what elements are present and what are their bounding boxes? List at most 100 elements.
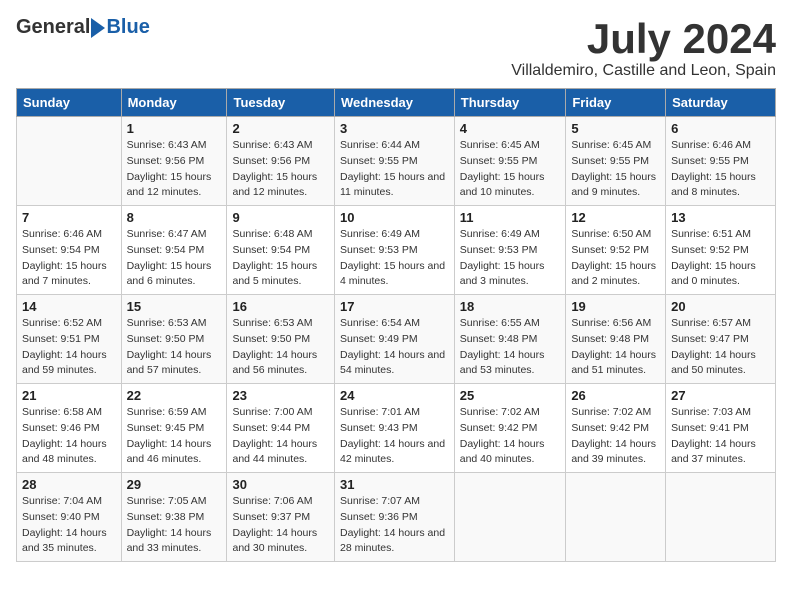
day-number: 2 <box>232 121 329 136</box>
day-cell: 16 Sunrise: 6:53 AMSunset: 9:50 PMDayligh… <box>227 295 335 384</box>
day-number: 30 <box>232 477 329 492</box>
day-number: 12 <box>571 210 660 225</box>
day-number: 31 <box>340 477 449 492</box>
header-wednesday: Wednesday <box>334 89 454 117</box>
day-cell: 3 Sunrise: 6:44 AMSunset: 9:55 PMDaylight… <box>334 117 454 206</box>
day-number: 25 <box>460 388 561 403</box>
page-header: General Blue July 2024 Villaldemiro, Cas… <box>16 16 776 80</box>
day-cell: 17Sunrise: 6:54 AMSunset: 9:49 PMDayligh… <box>334 295 454 384</box>
day-info: Sunrise: 6:53 AMSunset: 9:50 PMDaylight:… <box>127 316 222 379</box>
day-number: 16 <box>232 299 329 314</box>
logo-general-text: General <box>16 16 90 39</box>
day-cell: 21 Sunrise: 6:58 AMSunset: 9:46 PMDayligh… <box>17 384 122 473</box>
day-cell: 5 Sunrise: 6:45 AMSunset: 9:55 PMDaylight… <box>566 117 666 206</box>
day-cell: 19 Sunrise: 6:56 AMSunset: 9:48 PMDayligh… <box>566 295 666 384</box>
main-title: July 2024 <box>511 16 776 62</box>
day-number: 10 <box>340 210 449 225</box>
week-row-4: 21 Sunrise: 6:58 AMSunset: 9:46 PMDayligh… <box>17 384 776 473</box>
day-cell: 20 Sunrise: 6:57 AMSunset: 9:47 PMDayligh… <box>666 295 776 384</box>
day-info: Sunrise: 7:02 AMSunset: 9:42 PMDaylight:… <box>571 405 660 468</box>
day-cell: 24Sunrise: 7:01 AMSunset: 9:43 PMDayligh… <box>334 384 454 473</box>
day-number: 5 <box>571 121 660 136</box>
day-cell: 14 Sunrise: 6:52 AMSunset: 9:51 PMDayligh… <box>17 295 122 384</box>
day-cell: 8 Sunrise: 6:47 AMSunset: 9:54 PMDaylight… <box>121 206 227 295</box>
day-number: 6 <box>671 121 770 136</box>
day-info: Sunrise: 7:04 AMSunset: 9:40 PMDaylight:… <box>22 494 116 557</box>
header-monday: Monday <box>121 89 227 117</box>
day-info: Sunrise: 6:48 AMSunset: 9:54 PMDaylight:… <box>232 227 329 290</box>
day-cell: 29Sunrise: 7:05 AMSunset: 9:38 PMDayligh… <box>121 473 227 562</box>
day-info: Sunrise: 6:53 AMSunset: 9:50 PMDaylight:… <box>232 316 329 379</box>
day-cell: 7 Sunrise: 6:46 AMSunset: 9:54 PMDaylight… <box>17 206 122 295</box>
day-info: Sunrise: 7:02 AMSunset: 9:42 PMDaylight:… <box>460 405 561 468</box>
day-info: Sunrise: 6:59 AMSunset: 9:45 PMDaylight:… <box>127 405 222 468</box>
day-number: 17 <box>340 299 449 314</box>
day-cell: 18Sunrise: 6:55 AMSunset: 9:48 PMDayligh… <box>454 295 566 384</box>
day-info: Sunrise: 6:56 AMSunset: 9:48 PMDaylight:… <box>571 316 660 379</box>
day-info: Sunrise: 6:44 AMSunset: 9:55 PMDaylight:… <box>340 138 449 201</box>
day-number: 20 <box>671 299 770 314</box>
day-cell <box>566 473 666 562</box>
day-cell: 9 Sunrise: 6:48 AMSunset: 9:54 PMDaylight… <box>227 206 335 295</box>
day-cell <box>17 117 122 206</box>
day-cell <box>454 473 566 562</box>
week-row-2: 7 Sunrise: 6:46 AMSunset: 9:54 PMDaylight… <box>17 206 776 295</box>
day-number: 27 <box>671 388 770 403</box>
day-info: Sunrise: 7:00 AMSunset: 9:44 PMDaylight:… <box>232 405 329 468</box>
day-number: 11 <box>460 210 561 225</box>
day-cell: 30 Sunrise: 7:06 AMSunset: 9:37 PMDayligh… <box>227 473 335 562</box>
day-cell: 6Sunrise: 6:46 AMSunset: 9:55 PMDaylight… <box>666 117 776 206</box>
day-cell: 31 Sunrise: 7:07 AMSunset: 9:36 PMDayligh… <box>334 473 454 562</box>
week-row-1: 1Sunrise: 6:43 AMSunset: 9:56 PMDaylight… <box>17 117 776 206</box>
day-number: 28 <box>22 477 116 492</box>
day-number: 22 <box>127 388 222 403</box>
day-info: Sunrise: 6:45 AMSunset: 9:55 PMDaylight:… <box>460 138 561 201</box>
day-number: 23 <box>232 388 329 403</box>
day-number: 8 <box>127 210 222 225</box>
day-number: 13 <box>671 210 770 225</box>
day-cell: 10 Sunrise: 6:49 AMSunset: 9:53 PMDayligh… <box>334 206 454 295</box>
day-number: 19 <box>571 299 660 314</box>
day-info: Sunrise: 6:52 AMSunset: 9:51 PMDaylight:… <box>22 316 116 379</box>
header-friday: Friday <box>566 89 666 117</box>
day-number: 15 <box>127 299 222 314</box>
week-row-3: 14 Sunrise: 6:52 AMSunset: 9:51 PMDayligh… <box>17 295 776 384</box>
day-cell: 23 Sunrise: 7:00 AMSunset: 9:44 PMDayligh… <box>227 384 335 473</box>
subtitle: Villaldemiro, Castille and Leon, Spain <box>511 62 776 80</box>
day-info: Sunrise: 6:57 AMSunset: 9:47 PMDaylight:… <box>671 316 770 379</box>
logo-icon <box>91 18 105 38</box>
day-number: 26 <box>571 388 660 403</box>
day-cell: 1Sunrise: 6:43 AMSunset: 9:56 PMDaylight… <box>121 117 227 206</box>
day-info: Sunrise: 6:43 AMSunset: 9:56 PMDaylight:… <box>232 138 329 201</box>
day-info: Sunrise: 6:47 AMSunset: 9:54 PMDaylight:… <box>127 227 222 290</box>
day-info: Sunrise: 7:03 AMSunset: 9:41 PMDaylight:… <box>671 405 770 468</box>
header-thursday: Thursday <box>454 89 566 117</box>
day-number: 29 <box>127 477 222 492</box>
day-cell: 26 Sunrise: 7:02 AMSunset: 9:42 PMDayligh… <box>566 384 666 473</box>
day-info: Sunrise: 6:58 AMSunset: 9:46 PMDaylight:… <box>22 405 116 468</box>
day-number: 3 <box>340 121 449 136</box>
day-info: Sunrise: 7:07 AMSunset: 9:36 PMDaylight:… <box>340 494 449 557</box>
day-info: Sunrise: 6:43 AMSunset: 9:56 PMDaylight:… <box>127 138 222 201</box>
day-number: 21 <box>22 388 116 403</box>
day-number: 7 <box>22 210 116 225</box>
day-number: 9 <box>232 210 329 225</box>
day-cell: 2 Sunrise: 6:43 AMSunset: 9:56 PMDaylight… <box>227 117 335 206</box>
day-cell: 4Sunrise: 6:45 AMSunset: 9:55 PMDaylight… <box>454 117 566 206</box>
day-number: 18 <box>460 299 561 314</box>
day-info: Sunrise: 7:01 AMSunset: 9:43 PMDaylight:… <box>340 405 449 468</box>
day-cell: 11Sunrise: 6:49 AMSunset: 9:53 PMDayligh… <box>454 206 566 295</box>
day-info: Sunrise: 6:49 AMSunset: 9:53 PMDaylight:… <box>340 227 449 290</box>
week-row-5: 28 Sunrise: 7:04 AMSunset: 9:40 PMDayligh… <box>17 473 776 562</box>
day-cell: 28 Sunrise: 7:04 AMSunset: 9:40 PMDayligh… <box>17 473 122 562</box>
day-cell: 25 Sunrise: 7:02 AMSunset: 9:42 PMDayligh… <box>454 384 566 473</box>
day-info: Sunrise: 6:50 AMSunset: 9:52 PMDaylight:… <box>571 227 660 290</box>
day-info: Sunrise: 6:46 AMSunset: 9:54 PMDaylight:… <box>22 227 116 290</box>
logo-blue-text: Blue <box>106 16 149 39</box>
day-number: 14 <box>22 299 116 314</box>
day-info: Sunrise: 7:06 AMSunset: 9:37 PMDaylight:… <box>232 494 329 557</box>
calendar-header-row: SundayMondayTuesdayWednesdayThursdayFrid… <box>17 89 776 117</box>
day-cell: 15 Sunrise: 6:53 AMSunset: 9:50 PMDayligh… <box>121 295 227 384</box>
header-saturday: Saturday <box>666 89 776 117</box>
day-info: Sunrise: 6:45 AMSunset: 9:55 PMDaylight:… <box>571 138 660 201</box>
